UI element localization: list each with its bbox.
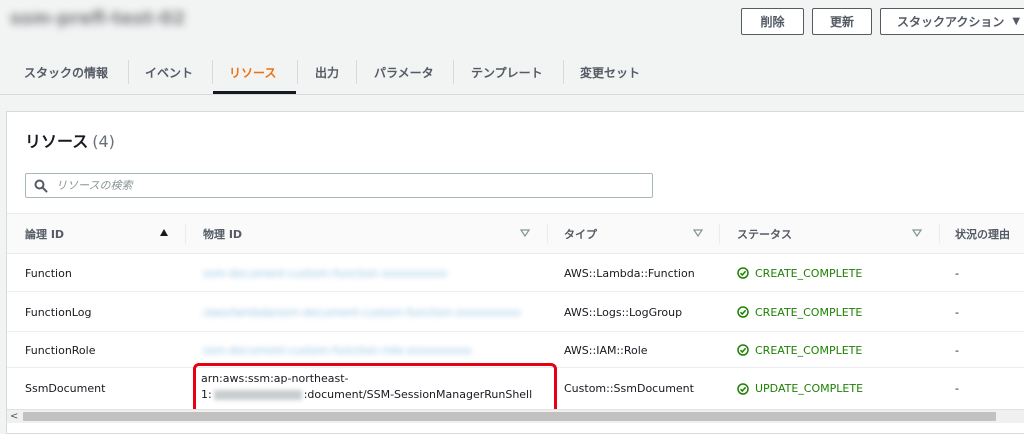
sort-icon[interactable] bbox=[520, 228, 530, 238]
resource-count: (4) bbox=[92, 132, 115, 151]
column-header-physical-id[interactable]: 物理 ID bbox=[203, 214, 242, 253]
column-header-type[interactable]: タイプ bbox=[564, 214, 597, 253]
table-header: 論理 ID 物理 ID タイプ ステータス 状況の理由 bbox=[7, 213, 1024, 254]
column-header-reason[interactable]: 状況の理由 bbox=[955, 214, 1010, 253]
tab-resources[interactable]: リソース bbox=[229, 50, 276, 94]
status-badge: CREATE_COMPLETE bbox=[737, 254, 862, 292]
sort-icon[interactable] bbox=[693, 228, 703, 238]
delete-button[interactable]: 削除 bbox=[741, 8, 804, 35]
tab-parameters[interactable]: パラメータ bbox=[374, 50, 434, 94]
update-button[interactable]: 更新 bbox=[812, 8, 872, 35]
status-reason: - bbox=[955, 382, 959, 395]
search-box[interactable] bbox=[25, 173, 653, 198]
tabs-divider bbox=[0, 94, 1024, 95]
scrollbar-thumb[interactable] bbox=[23, 412, 996, 421]
search-input[interactable] bbox=[56, 177, 636, 194]
resource-type: AWS::IAM::Role bbox=[564, 343, 648, 357]
logical-id: Function bbox=[25, 266, 72, 280]
horizontal-scrollbar[interactable]: < bbox=[7, 409, 1024, 423]
stack-name: ssm-prefl-test-02 bbox=[10, 8, 186, 29]
resource-type: AWS::Lambda::Function bbox=[564, 266, 695, 280]
stack-tabs: スタックの情報 イベント リソース 出力 パラメータ テンプレート 変更セット bbox=[0, 50, 1024, 94]
table-row: FunctionLog /aws/lambda/ssm-document-cus… bbox=[7, 292, 1024, 332]
status-reason: - bbox=[955, 343, 959, 357]
physical-id-link[interactable]: /aws/lambda/ssm-document-custom-function… bbox=[203, 292, 521, 332]
stack-actions-button[interactable]: スタックアクション ▼ bbox=[880, 8, 1024, 35]
physical-id-link[interactable]: ssm-document-custom-function-xxxxxxxxxx bbox=[203, 254, 447, 292]
status-badge: UPDATE_COMPLETE bbox=[737, 368, 863, 409]
tab-outputs[interactable]: 出力 bbox=[315, 50, 339, 94]
status-text: CREATE_COMPLETE bbox=[755, 343, 863, 357]
tab-change-sets[interactable]: 変更セット bbox=[580, 50, 640, 94]
check-circle-icon bbox=[737, 382, 749, 395]
resource-type: Custom::SsmDocument bbox=[564, 382, 694, 395]
column-header-logical-id[interactable]: 論理 ID bbox=[25, 214, 64, 253]
status-text: CREATE_COMPLETE bbox=[755, 266, 863, 280]
status-text: UPDATE_COMPLETE bbox=[755, 382, 864, 395]
tab-stack-info[interactable]: スタックの情報 bbox=[24, 50, 108, 94]
scroll-left-arrow-icon[interactable]: < bbox=[10, 411, 18, 422]
panel-title-text: リソース bbox=[25, 132, 89, 151]
logical-id: FunctionLog bbox=[25, 305, 92, 319]
column-header-status[interactable]: ステータス bbox=[737, 214, 792, 253]
search-icon bbox=[34, 179, 48, 193]
status-badge: CREATE_COMPLETE bbox=[737, 292, 862, 332]
stack-header: ssm-prefl-test-02 削除 更新 スタックアクション ▼ bbox=[0, 0, 1024, 40]
status-reason: - bbox=[955, 266, 959, 280]
resource-type: AWS::Logs::LogGroup bbox=[564, 305, 683, 319]
logical-id: SsmDocument bbox=[25, 382, 106, 395]
check-circle-icon bbox=[737, 267, 749, 279]
status-reason: - bbox=[955, 305, 959, 319]
check-circle-icon bbox=[737, 344, 749, 356]
check-circle-icon bbox=[737, 306, 749, 318]
panel-title: リソース (4) bbox=[25, 128, 115, 152]
tab-events[interactable]: イベント bbox=[145, 50, 193, 94]
logical-id: FunctionRole bbox=[25, 343, 96, 357]
sort-icon[interactable] bbox=[912, 228, 922, 238]
tab-template[interactable]: テンプレート bbox=[471, 50, 543, 94]
table-row: Function ssm-document-custom-function-xx… bbox=[7, 254, 1024, 292]
sort-ascending-icon[interactable] bbox=[159, 228, 169, 238]
resources-panel: リソース(4) 論理 ID 物理 ID タイプ ステータス 状況の理由 Func… bbox=[6, 111, 1024, 434]
caret-down-icon: ▼ bbox=[1012, 16, 1021, 27]
status-badge: CREATE_COMPLETE bbox=[737, 332, 862, 368]
status-text: CREATE_COMPLETE bbox=[755, 305, 863, 319]
stack-actions-label: スタックアクション bbox=[897, 15, 1005, 29]
